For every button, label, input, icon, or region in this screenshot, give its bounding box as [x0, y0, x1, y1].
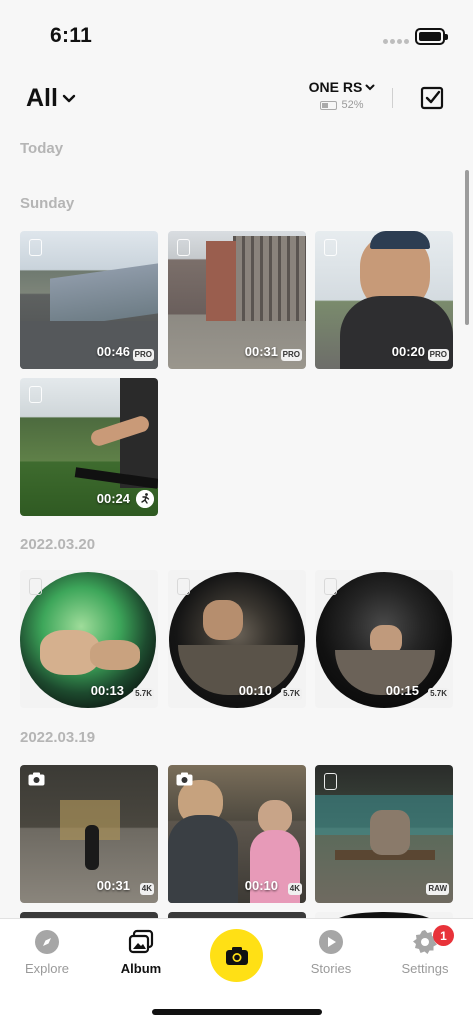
quality-badge: PRO — [132, 349, 154, 361]
video-icon — [29, 239, 42, 256]
section-label-date: 2022.03.20 — [20, 536, 96, 553]
video-icon — [324, 239, 337, 256]
album-icon — [128, 929, 154, 954]
quality-badge: PRO — [280, 349, 302, 361]
video-icon — [324, 578, 337, 595]
quality-badge: 5.7K — [133, 688, 154, 700]
duration-label: 00:13 — [90, 683, 124, 698]
duration-label: 00:31 — [96, 878, 130, 893]
tab-label: Explore — [24, 961, 70, 976]
quality-badge: 5.7K — [281, 688, 302, 700]
video-icon — [29, 386, 42, 403]
camera-shutter-button[interactable] — [210, 929, 263, 982]
media-thumbnail[interactable]: 00:31 4K — [20, 765, 158, 903]
media-thumbnail[interactable]: 00:46 PRO — [20, 231, 158, 369]
notification-badge: 1 — [433, 925, 454, 946]
camera-selector[interactable]: ONE RS 52% — [306, 79, 378, 111]
filter-label: All — [26, 84, 58, 112]
chevron-down-icon — [365, 84, 375, 90]
duration-label: 00:46 — [96, 344, 130, 359]
quality-badge: PRO — [427, 349, 449, 361]
run-icon — [136, 490, 154, 508]
duration-label: 00:31 — [244, 344, 278, 359]
duration-label: 00:15 — [385, 683, 419, 698]
status-bar: 6:11 — [0, 0, 473, 62]
tab-bar: Explore Album Stories Settings 1 — [0, 918, 473, 1024]
scrollbar[interactable] — [465, 170, 469, 325]
media-thumbnail[interactable]: RAW — [315, 765, 453, 903]
duration-label: 00:10 — [238, 683, 272, 698]
select-checkbox-icon[interactable] — [420, 86, 444, 110]
duration-label: 00:24 — [96, 491, 130, 506]
duration-label: 00:10 — [244, 878, 278, 893]
video-icon — [29, 578, 42, 595]
video-icon — [324, 773, 337, 790]
media-thumbnail[interactable]: 00:10 5.7K — [168, 570, 306, 708]
camera-icon — [176, 772, 193, 786]
camera-battery-icon — [320, 100, 338, 110]
tab-explore[interactable]: Explore — [7, 929, 87, 976]
quality-badge: 4K — [139, 883, 154, 895]
tab-label: Stories — [310, 961, 352, 976]
tab-label: Album — [120, 961, 162, 976]
media-thumbnail[interactable]: 00:10 4K — [168, 765, 306, 903]
section-label-today: Today — [20, 140, 64, 157]
signal-icon — [383, 39, 409, 44]
quality-badge: RAW — [426, 883, 449, 895]
quality-badge: 4K — [287, 883, 302, 895]
media-thumbnail[interactable]: 00:31 PRO — [168, 231, 306, 369]
tab-album[interactable]: Album — [101, 929, 181, 976]
header-divider — [392, 88, 393, 108]
media-thumbnail[interactable]: 00:24 — [20, 378, 158, 516]
tab-label: Settings — [401, 961, 449, 976]
video-icon — [177, 239, 190, 256]
home-indicator[interactable] — [152, 1009, 322, 1015]
camera-icon — [28, 772, 45, 786]
battery-icon — [415, 28, 448, 45]
tab-stories[interactable]: Stories — [291, 929, 371, 976]
album-filter-dropdown[interactable]: All — [26, 84, 76, 113]
duration-label: 00:20 — [391, 344, 425, 359]
quality-badge: 5.7K — [428, 688, 449, 700]
media-thumbnail[interactable]: 00:13 5.7K — [20, 570, 158, 708]
status-time: 6:11 — [50, 24, 93, 47]
video-icon — [177, 578, 190, 595]
camera-shutter-icon — [225, 946, 248, 965]
media-thumbnail[interactable]: 00:20 PRO — [315, 231, 453, 369]
camera-battery-level: 52% — [341, 99, 364, 111]
section-label-date: 2022.03.19 — [20, 729, 96, 746]
section-label-sunday: Sunday — [20, 195, 75, 212]
camera-name: ONE RS — [308, 79, 363, 95]
chevron-down-icon — [62, 94, 76, 102]
play-icon — [319, 930, 343, 954]
media-thumbnail[interactable]: 00:15 5.7K — [315, 570, 453, 708]
compass-icon — [35, 930, 59, 954]
